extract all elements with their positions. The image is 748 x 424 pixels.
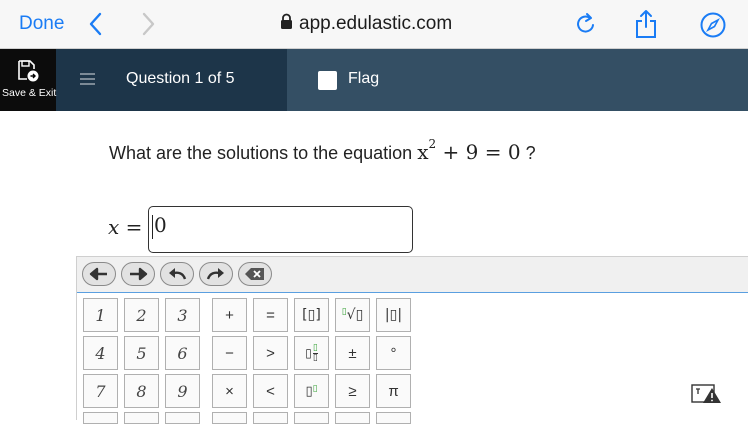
question-suffix: ? [525, 143, 536, 163]
key-1[interactable]: 1 [83, 298, 118, 332]
compass-icon[interactable] [700, 12, 726, 43]
mixed-fraction-icon: ▯ ▯ ▯ [305, 342, 318, 363]
key-times[interactable]: × [212, 374, 247, 408]
key-greater-equal[interactable]: ≥ [335, 374, 370, 408]
key-row4-2[interactable] [124, 412, 159, 424]
key-4[interactable]: 4 [83, 336, 118, 370]
question-prefix: What are the solutions to the equation [109, 143, 413, 163]
move-right-icon[interactable] [121, 262, 155, 286]
brackets-icon: [▯] [302, 307, 321, 323]
redo-icon[interactable] [199, 262, 233, 286]
flag-label: Flag [348, 70, 380, 87]
key-9[interactable]: 9 [165, 374, 200, 408]
key-equals[interactable]: = [253, 298, 288, 332]
question-prompt: What are the solutions to the equation x… [109, 137, 536, 164]
exponent-icon: ▯▯ [305, 383, 318, 399]
equation: x2 + 9 = 0 [417, 137, 521, 164]
key-row4-7[interactable] [335, 412, 370, 424]
answer-variable-label: x = [108, 215, 143, 239]
forward-arrow-icon[interactable] [140, 12, 156, 41]
key-row4-6[interactable] [294, 412, 329, 424]
key-degree[interactable]: ° [376, 336, 411, 370]
key-pi[interactable]: π [376, 374, 411, 408]
keypad-keys: 1 2 3 + = [▯] ▯√▯ |▯| 4 5 6 − > ▯ ▯ ▯ ± ° … [77, 293, 748, 424]
nth-root-icon: ▯√▯ [341, 307, 364, 323]
key-3[interactable]: 3 [165, 298, 200, 332]
keypad-warning-toggle-icon[interactable] [691, 383, 723, 410]
done-button[interactable]: Done [19, 13, 64, 35]
lock-icon [280, 13, 293, 35]
key-minus[interactable]: − [212, 336, 247, 370]
math-answer-input[interactable]: 0 [148, 206, 413, 253]
key-7[interactable]: 7 [83, 374, 118, 408]
key-2[interactable]: 2 [124, 298, 159, 332]
flag-checkbox[interactable] [318, 71, 337, 90]
key-row4-1[interactable] [83, 412, 118, 424]
key-8[interactable]: 8 [124, 374, 159, 408]
browser-toolbar: Done app.edulastic.com [0, 0, 748, 49]
key-plus-minus[interactable]: ± [335, 336, 370, 370]
key-less-than[interactable]: < [253, 374, 288, 408]
key-5[interactable]: 5 [124, 336, 159, 370]
key-absolute-value[interactable]: |▯| [376, 298, 411, 332]
text-caret [152, 214, 153, 239]
backspace-icon[interactable] [238, 262, 272, 286]
hamburger-menu-icon[interactable] [80, 71, 96, 92]
key-brackets[interactable]: [▯] [294, 298, 329, 332]
undo-icon[interactable] [160, 262, 194, 286]
key-greater-than[interactable]: > [253, 336, 288, 370]
key-row4-8[interactable] [376, 412, 411, 424]
math-keypad: 1 2 3 + = [▯] ▯√▯ |▯| 4 5 6 − > ▯ ▯ ▯ ± ° … [76, 256, 748, 424]
reload-icon[interactable] [575, 12, 597, 41]
share-icon[interactable] [634, 8, 658, 45]
key-root[interactable]: ▯√▯ [335, 298, 370, 332]
question-counter[interactable]: Question 1 of 5 [126, 70, 235, 88]
flag-toggle[interactable]: Flag [287, 49, 748, 111]
back-arrow-icon[interactable] [88, 12, 104, 41]
key-mixed-fraction[interactable]: ▯ ▯ ▯ [294, 336, 329, 370]
test-header: Save & Exit Question 1 of 5 Flag [0, 49, 748, 111]
save-exit-label: Save & Exit [2, 87, 57, 99]
key-row4-3[interactable] [165, 412, 200, 424]
key-exponent[interactable]: ▯▯ [294, 374, 329, 408]
url-text: app.edulastic.com [299, 13, 453, 34]
key-row4-5[interactable] [253, 412, 288, 424]
key-row4-4[interactable] [212, 412, 247, 424]
key-6[interactable]: 6 [165, 336, 200, 370]
absolute-value-icon: |▯| [384, 307, 403, 323]
keypad-toolbar [77, 257, 748, 293]
save-exit-icon [16, 59, 40, 88]
address-bar[interactable]: app.edulastic.com [280, 13, 452, 35]
key-plus[interactable]: + [212, 298, 247, 332]
move-left-icon[interactable] [82, 262, 116, 286]
answer-value: 0 [154, 213, 167, 237]
save-exit-button[interactable]: Save & Exit [0, 49, 56, 111]
